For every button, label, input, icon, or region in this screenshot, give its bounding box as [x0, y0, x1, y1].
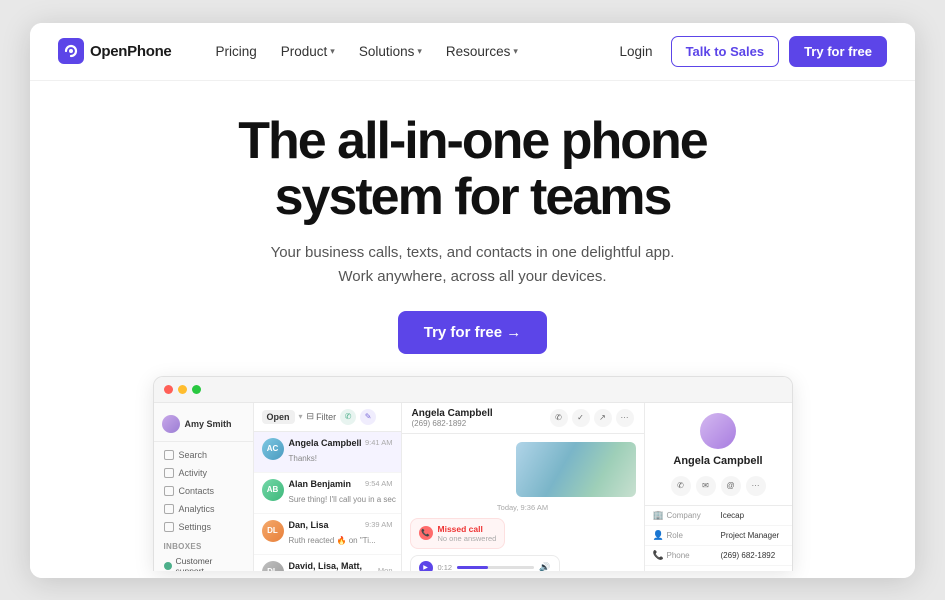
try-free-button[interactable]: Try for free: [789, 36, 887, 67]
chevron-icon: ▾: [299, 412, 303, 421]
analytics-icon: [164, 504, 174, 514]
role-icon: 👤: [653, 530, 663, 541]
conversation-list: Open ▾ ⊟ Filter ✆ ✎ AC: [254, 403, 402, 571]
mockup-titlebar: [154, 377, 792, 403]
conv-avatar-alan: AB: [262, 479, 284, 501]
play-button[interactable]: ▶: [419, 561, 433, 571]
chat-body: Today, 9:36 AM 📞 Missed call No one answ…: [402, 434, 644, 571]
talk-to-sales-button[interactable]: Talk to Sales: [671, 36, 780, 67]
search-icon: [164, 450, 174, 460]
filter-button[interactable]: ⊟ Filter: [307, 411, 337, 422]
sidebar-profile: Amy Smith: [154, 411, 253, 442]
resources-chevron-icon: ▾: [513, 46, 518, 57]
nav-links: Pricing Product ▾ Solutions ▾ Resources …: [203, 23, 611, 81]
volume-icon: 🔊: [539, 562, 550, 571]
logo-text: OpenPhone: [90, 43, 171, 60]
hero-section: The all-in-one phone system for teams Yo…: [30, 81, 915, 578]
close-dot: [164, 385, 173, 394]
share-button[interactable]: ↗: [594, 409, 612, 427]
compose-icon[interactable]: ✎: [360, 409, 376, 425]
conv-avatar-angela: AC: [262, 438, 284, 460]
browser-window: OpenPhone Pricing Product ▾ Solutions ▾ …: [30, 23, 915, 578]
minimize-dot: [178, 385, 187, 394]
contact-avatar: [700, 413, 736, 449]
conv-avatar-group: DL: [262, 561, 284, 571]
sidebar-item-contacts[interactable]: Contacts: [154, 482, 253, 500]
convlist-header: Open ▾ ⊟ Filter ✆ ✎: [254, 403, 401, 432]
contact-field-email: ✉️ Email angela@icecap.io: [645, 566, 792, 571]
contact-panel: Angela Campbell ✆ ✉ @ ··· 🏢 Company Icec…: [644, 403, 792, 571]
conv-avatar-dan: DL: [262, 520, 284, 542]
nav-solutions[interactable]: Solutions ▾: [347, 23, 434, 81]
contact-email-button[interactable]: @: [721, 476, 741, 496]
hero-subtitle: Your business calls, texts, and contacts…: [271, 241, 675, 289]
open-filter-button[interactable]: Open: [262, 410, 295, 424]
company-icon: 🏢: [653, 510, 663, 521]
user-avatar: [162, 415, 180, 433]
solutions-chevron-icon: ▾: [417, 46, 422, 57]
hero-cta-button[interactable]: Try for free →: [398, 311, 548, 354]
chat-image-attachment: [516, 442, 636, 497]
sidebar-item-analytics[interactable]: Analytics: [154, 500, 253, 518]
login-button[interactable]: Login: [612, 44, 661, 59]
audio-progress-fill: [457, 566, 488, 569]
filter-icon: ⊟: [307, 411, 315, 422]
date-divider: Today, 9:36 AM: [410, 503, 636, 512]
phone-action-icon[interactable]: ✆: [340, 409, 356, 425]
sidebar-item-activity[interactable]: Activity: [154, 464, 253, 482]
audio-progress-bar[interactable]: [457, 566, 534, 569]
contact-call-button[interactable]: ✆: [671, 476, 691, 496]
conv-content-group: David, Lisa, Matt, Alan Mon 📞 Missed cal…: [289, 561, 393, 571]
sidebar-item-search[interactable]: Search: [154, 446, 253, 464]
phone-icon: 📞: [653, 550, 663, 561]
conv-alan[interactable]: AB Alan Benjamin 9:54 AM Sure thing! I'l…: [254, 473, 401, 514]
missed-call-icon: 📞: [419, 526, 433, 540]
mockup-sidebar: Amy Smith Search Activity Contacts: [154, 403, 254, 571]
nav-pricing[interactable]: Pricing: [203, 23, 268, 81]
missed-call-bubble: 📞 Missed call No one answered: [410, 518, 506, 549]
openphone-logo-icon: [58, 38, 84, 64]
sidebar-item-settings[interactable]: Settings: [154, 518, 253, 536]
settings-icon: [164, 522, 174, 532]
mockup-body: Amy Smith Search Activity Contacts: [154, 403, 792, 571]
audio-player: ▶ 0:12 🔊: [410, 555, 560, 571]
conv-content-angela: Angela Campbell 9:41 AM Thanks!: [289, 438, 393, 466]
nav-actions: Login Talk to Sales Try for free: [612, 36, 887, 67]
hero-title: The all-in-one phone system for teams: [238, 113, 706, 225]
nav-product[interactable]: Product ▾: [269, 23, 347, 81]
activity-icon: [164, 468, 174, 478]
contacts-icon: [164, 486, 174, 496]
chat-header: Angela Campbell (269) 682-1892 ✆ ✓ ↗ ···: [402, 403, 644, 434]
contact-message-button[interactable]: ✉: [696, 476, 716, 496]
inbox-customer-support[interactable]: Customer support: [154, 553, 253, 571]
contact-field-phone: 📞 Phone (269) 682-1892: [645, 546, 792, 566]
conv-content-alan: Alan Benjamin 9:54 AM Sure thing! I'll c…: [289, 479, 393, 507]
conv-angela[interactable]: AC Angela Campbell 9:41 AM Thanks!: [254, 432, 401, 473]
conv-content-dan: Dan, Lisa 9:39 AM Ruth reacted 🔥 on "Ti.…: [289, 520, 393, 548]
logo[interactable]: OpenPhone: [58, 38, 171, 64]
conv-group[interactable]: DL David, Lisa, Matt, Alan Mon 📞 Missed …: [254, 555, 401, 571]
contact-field-role: 👤 Role Project Manager: [645, 526, 792, 546]
contact-field-company: 🏢 Company Icecap: [645, 506, 792, 526]
checkmark-button[interactable]: ✓: [572, 409, 590, 427]
chat-header-actions: ✆ ✓ ↗ ···: [550, 409, 634, 427]
maximize-dot: [192, 385, 201, 394]
nav-resources[interactable]: Resources ▾: [434, 23, 530, 81]
contact-more-button[interactable]: ···: [746, 476, 766, 496]
contact-panel-header: Angela Campbell ✆ ✉ @ ···: [645, 403, 792, 506]
call-button[interactable]: ✆: [550, 409, 568, 427]
more-button[interactable]: ···: [616, 409, 634, 427]
product-chevron-icon: ▾: [330, 46, 335, 57]
conv-dan-lisa[interactable]: DL Dan, Lisa 9:39 AM Ruth reacted 🔥 on "…: [254, 514, 401, 555]
navbar: OpenPhone Pricing Product ▾ Solutions ▾ …: [30, 23, 915, 81]
inbox-dot: [164, 562, 172, 570]
contact-actions: ✆ ✉ @ ···: [671, 476, 766, 496]
email-icon: ✉️: [653, 570, 663, 571]
app-mockup: Amy Smith Search Activity Contacts: [153, 376, 793, 571]
chat-main: Angela Campbell (269) 682-1892 ✆ ✓ ↗ ···: [402, 403, 644, 571]
